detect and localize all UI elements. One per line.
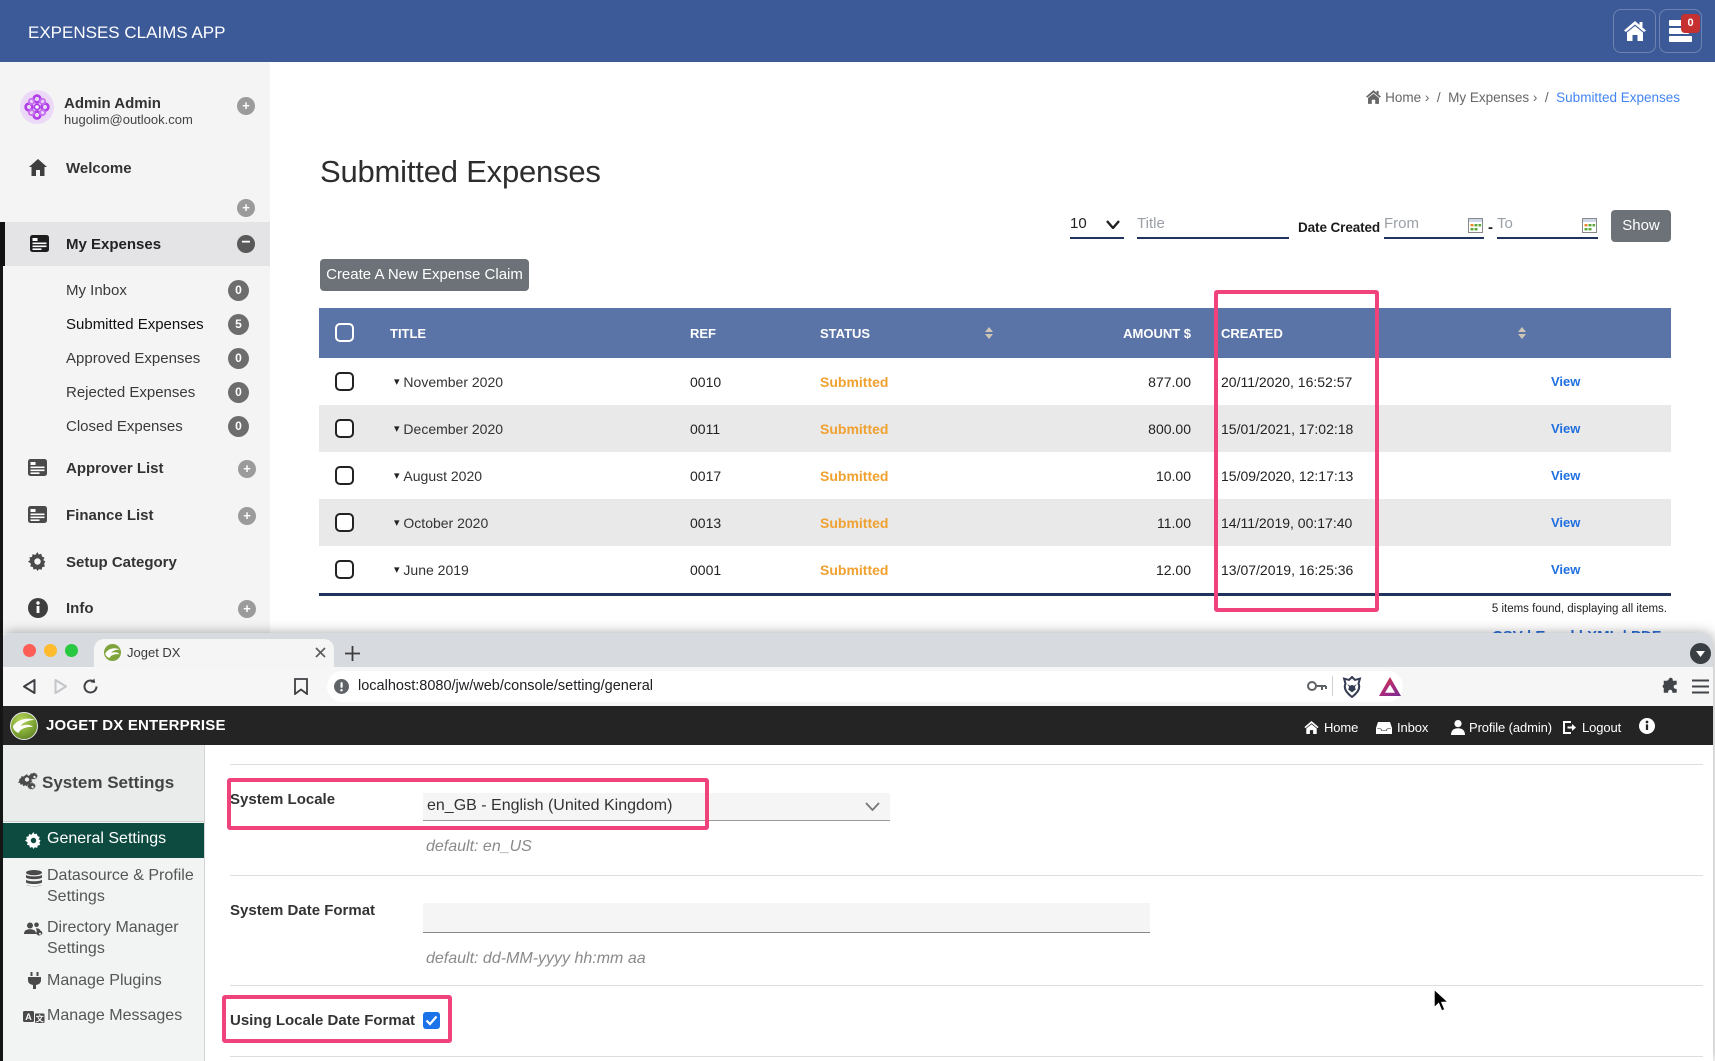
svg-text:文: 文 xyxy=(36,1014,45,1024)
svg-text:A: A xyxy=(25,1012,32,1022)
